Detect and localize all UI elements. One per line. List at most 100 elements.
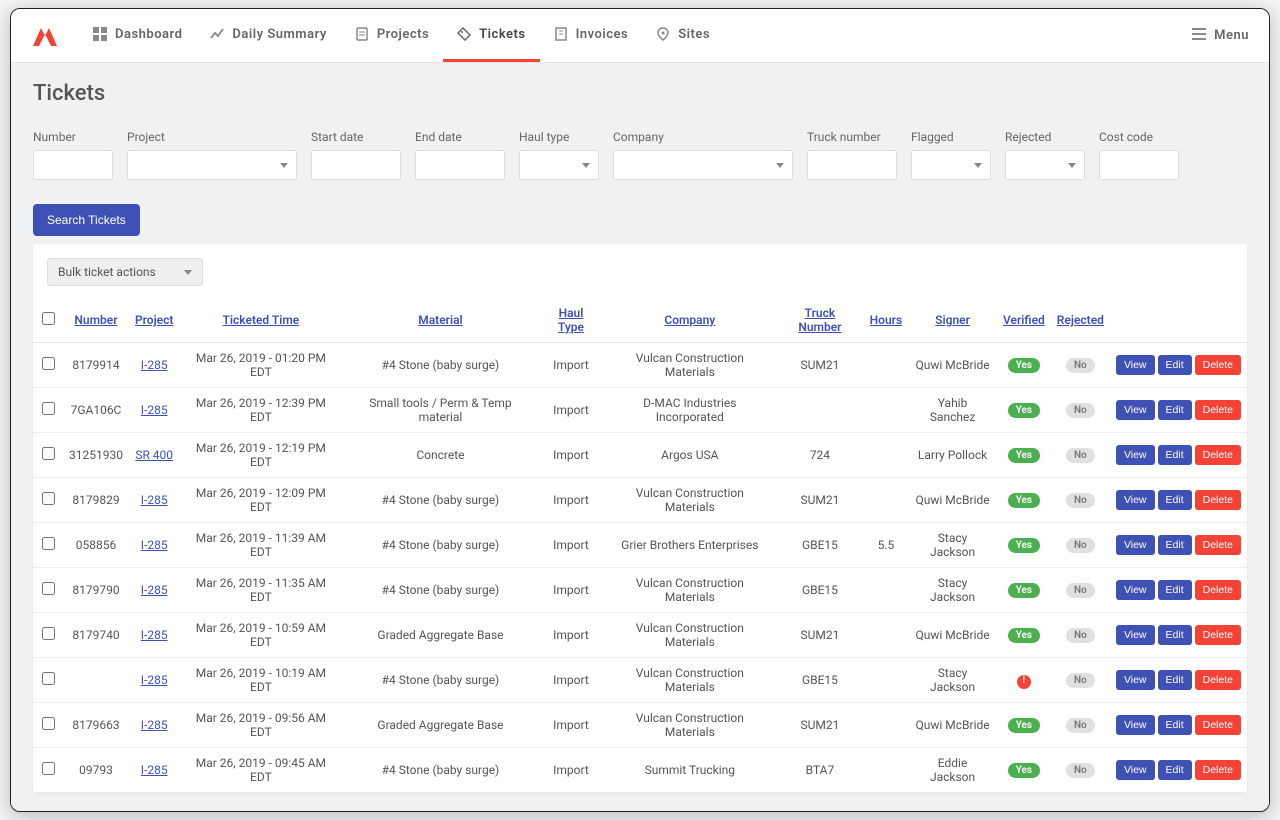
filter-truck_number: Truck number (807, 130, 897, 180)
row-checkbox[interactable] (42, 537, 55, 550)
time-cell: Mar 26, 2019 - 10:59 AM EDT (179, 613, 342, 658)
col-company[interactable]: Company (603, 298, 776, 343)
edit-button[interactable]: Edit (1158, 625, 1192, 645)
delete-button[interactable]: Delete (1195, 445, 1241, 465)
view-button[interactable]: View (1116, 535, 1155, 555)
edit-button[interactable]: Edit (1158, 400, 1192, 420)
project-link[interactable]: I-285 (141, 403, 168, 417)
row-checkbox[interactable] (42, 717, 55, 730)
delete-button[interactable]: Delete (1195, 760, 1241, 780)
project-link[interactable]: I-285 (141, 583, 168, 597)
edit-button[interactable]: Edit (1158, 715, 1192, 735)
delete-button[interactable]: Delete (1195, 535, 1241, 555)
truck_number-input[interactable] (807, 150, 897, 180)
project-link[interactable]: I-285 (141, 493, 168, 507)
cost_code-input[interactable] (1099, 150, 1179, 180)
row-checkbox[interactable] (42, 627, 55, 640)
end_date-input[interactable] (415, 150, 505, 180)
delete-button[interactable]: Delete (1195, 355, 1241, 375)
project-link[interactable]: I-285 (141, 718, 168, 732)
view-button[interactable]: View (1116, 445, 1155, 465)
time-cell: Mar 26, 2019 - 12:19 PM EDT (179, 433, 342, 478)
col-verified[interactable]: Verified (997, 298, 1051, 343)
row-checkbox[interactable] (42, 672, 55, 685)
view-button[interactable]: View (1116, 400, 1155, 420)
col-ticketed-time[interactable]: Ticketed Time (179, 298, 342, 343)
project-link[interactable]: SR 400 (135, 448, 173, 462)
delete-button[interactable]: Delete (1195, 715, 1241, 735)
project-link[interactable]: I-285 (141, 358, 168, 372)
nav-tickets[interactable]: Tickets (443, 9, 539, 62)
edit-button[interactable]: Edit (1158, 490, 1192, 510)
view-button[interactable]: View (1116, 580, 1155, 600)
edit-button[interactable]: Edit (1158, 670, 1192, 690)
rejected-badge: No (1066, 358, 1095, 373)
delete-button[interactable]: Delete (1195, 670, 1241, 690)
view-button[interactable]: View (1116, 625, 1155, 645)
row-checkbox[interactable] (42, 447, 55, 460)
bulk-actions-select[interactable]: Bulk ticket actions (47, 258, 203, 286)
edit-button[interactable]: Edit (1158, 445, 1192, 465)
view-button[interactable]: View (1116, 490, 1155, 510)
row-checkbox[interactable] (42, 582, 55, 595)
verified-badge: Yes (1008, 628, 1040, 643)
haul_type-select[interactable] (519, 150, 599, 180)
project-link[interactable]: I-285 (141, 628, 168, 642)
search-button[interactable]: Search Tickets (33, 204, 140, 236)
rejected-cell: No (1051, 478, 1110, 523)
checkbox-cell (33, 343, 63, 388)
filter-cost_code: Cost code (1099, 130, 1179, 180)
material-cell: #4 Stone (baby surge) (342, 478, 538, 523)
edit-button[interactable]: Edit (1158, 355, 1192, 375)
top-nav: Dashboard Daily Summary Projects Tickets… (11, 9, 1269, 63)
col-truck-number[interactable]: Truck Number (776, 298, 863, 343)
view-button[interactable]: View (1116, 355, 1155, 375)
row-checkbox[interactable] (42, 762, 55, 775)
nav-sites[interactable]: Sites (642, 9, 724, 62)
col-hours[interactable]: Hours (864, 298, 908, 343)
rejected-select[interactable] (1005, 150, 1085, 180)
rejected-cell: No (1051, 748, 1110, 793)
view-button[interactable]: View (1116, 760, 1155, 780)
edit-button[interactable]: Edit (1158, 760, 1192, 780)
edit-button[interactable]: Edit (1158, 580, 1192, 600)
project-select[interactable] (127, 150, 297, 180)
verified-cell: Yes (997, 523, 1051, 568)
col-haul-type[interactable]: Haul Type (539, 298, 604, 343)
edit-button[interactable]: Edit (1158, 535, 1192, 555)
nav-projects[interactable]: Projects (341, 9, 443, 62)
number-input[interactable] (33, 150, 113, 180)
time-cell: Mar 26, 2019 - 09:45 AM EDT (179, 748, 342, 793)
col-project[interactable]: Project (129, 298, 179, 343)
material-cell: Small tools / Perm & Temp material (342, 388, 538, 433)
col-rejected[interactable]: Rejected (1051, 298, 1110, 343)
col-number[interactable]: Number (63, 298, 129, 343)
nav-daily-summary[interactable]: Daily Summary (196, 9, 340, 62)
view-button[interactable]: View (1116, 670, 1155, 690)
number-cell: 058856 (63, 523, 129, 568)
project-link[interactable]: I-285 (141, 763, 168, 777)
menu-button[interactable]: Menu (1192, 28, 1249, 44)
number-cell: 8179914 (63, 343, 129, 388)
material-cell: #4 Stone (baby surge) (342, 748, 538, 793)
col-signer[interactable]: Signer (908, 298, 997, 343)
row-checkbox[interactable] (42, 402, 55, 415)
hours-cell (864, 703, 908, 748)
row-checkbox[interactable] (42, 492, 55, 505)
filter-flagged: Flagged (911, 130, 991, 180)
view-button[interactable]: View (1116, 715, 1155, 735)
delete-button[interactable]: Delete (1195, 490, 1241, 510)
nav-dashboard[interactable]: Dashboard (79, 9, 196, 62)
row-checkbox[interactable] (42, 357, 55, 370)
delete-button[interactable]: Delete (1195, 400, 1241, 420)
flagged-select[interactable] (911, 150, 991, 180)
company-select[interactable] (613, 150, 793, 180)
start_date-input[interactable] (311, 150, 401, 180)
project-link[interactable]: I-285 (141, 538, 168, 552)
col-material[interactable]: Material (342, 298, 538, 343)
nav-invoices[interactable]: Invoices (540, 9, 643, 62)
select-all-checkbox[interactable] (42, 312, 55, 325)
project-link[interactable]: I-285 (141, 673, 168, 687)
delete-button[interactable]: Delete (1195, 625, 1241, 645)
delete-button[interactable]: Delete (1195, 580, 1241, 600)
